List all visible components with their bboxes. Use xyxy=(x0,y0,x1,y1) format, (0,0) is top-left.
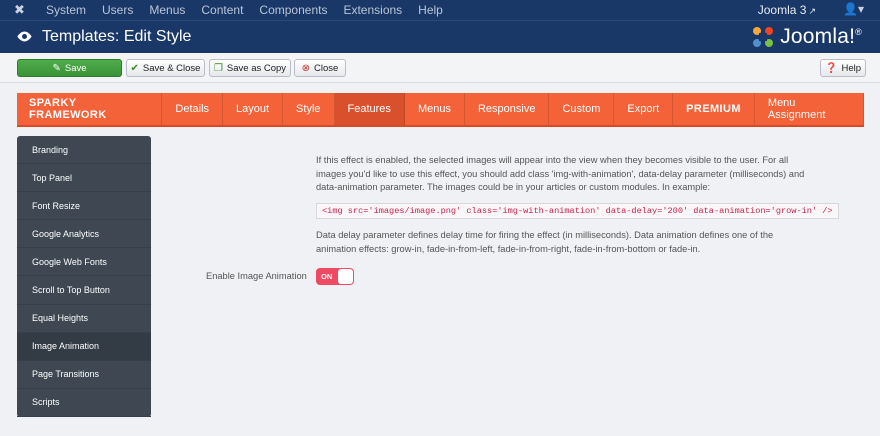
feature-description: If this effect is enabled, the selected … xyxy=(316,155,805,192)
toggle-on-label: ON xyxy=(321,272,333,281)
site-link[interactable]: Joomla 3 ↗ xyxy=(758,3,816,17)
close-label: Close xyxy=(314,62,339,74)
admin-menu-menus[interactable]: Menus xyxy=(149,3,185,17)
eye-icon xyxy=(17,31,32,42)
question-icon: ❓ xyxy=(825,62,838,74)
save-close-button[interactable]: ✔ Save & Close xyxy=(126,59,205,77)
joomla-logo: Joomla!® xyxy=(750,24,862,50)
title-bar: Templates: Edit Style Joomla!® xyxy=(0,20,880,53)
copy-icon: ❐ xyxy=(213,62,223,74)
feature-description-2: Data delay parameter defines delay time … xyxy=(316,230,774,254)
sidebar-item-scripts[interactable]: Scripts xyxy=(17,389,151,417)
tab-layout[interactable]: Layout xyxy=(223,93,284,125)
site-link-label: Joomla 3 xyxy=(757,3,807,17)
tab-premium[interactable]: PREMIUM xyxy=(673,93,755,125)
registered-mark: ® xyxy=(855,27,862,37)
close-icon: ⊗ xyxy=(301,62,311,74)
admin-menu-components[interactable]: Components xyxy=(259,3,327,17)
admin-menubar: ✖ System Users Menus Content Components Exten… xyxy=(0,0,880,20)
help-label: Help xyxy=(841,62,861,74)
check-icon: ✔ xyxy=(130,62,139,74)
edit-icon: ✎ xyxy=(52,62,61,74)
page-title: Templates: Edit Style xyxy=(42,28,192,45)
framework-tabs: SPARKY FRAMEWORK Details Layout Style Featur… xyxy=(17,93,864,127)
tab-sparky-framework[interactable]: SPARKY FRAMEWORK xyxy=(17,93,163,125)
external-link-icon: ↗ xyxy=(808,6,816,16)
help-button[interactable]: ❓ Help xyxy=(820,59,866,77)
admin-menu: System Users Menus Content Components Extensi… xyxy=(46,3,459,17)
tab-details[interactable]: Details xyxy=(162,93,224,125)
save-copy-label: Save as Copy xyxy=(226,62,287,74)
code-example: <img src='images/image.png' class='img-w… xyxy=(316,203,839,219)
tab-responsive[interactable]: Responsive xyxy=(465,93,550,125)
joomla-logo-icon xyxy=(753,27,774,47)
admin-menu-system[interactable]: System xyxy=(46,3,86,17)
joomla-logo-word: Joomla! xyxy=(780,25,856,48)
joomla-logo-text: Joomla!® xyxy=(780,25,862,49)
enable-image-animation-label: Enable Image Animation xyxy=(206,271,307,281)
sidebar-item-google-web-fonts[interactable]: Google Web Fonts xyxy=(17,248,151,277)
enable-image-animation-toggle[interactable]: ON xyxy=(316,268,354,285)
tab-features[interactable]: Features xyxy=(334,93,405,125)
admin-menu-extensions[interactable]: Extensions xyxy=(343,3,402,17)
sidebar-item-equal-heights[interactable]: Equal Heights xyxy=(17,305,151,333)
sidebar-item-scroll-to-top-button[interactable]: Scroll to Top Button xyxy=(17,276,151,305)
admin-menu-users[interactable]: Users xyxy=(102,3,133,17)
save-copy-button[interactable]: ❐ Save as Copy xyxy=(209,59,291,77)
tab-style[interactable]: Style xyxy=(283,93,335,125)
close-button[interactable]: ⊗ Close xyxy=(294,59,346,77)
save-label: Save xyxy=(64,62,87,74)
sidebar-item-top-panel[interactable]: Top Panel xyxy=(17,164,151,193)
sidebar-item-branding[interactable]: Branding xyxy=(17,136,151,165)
tab-menus[interactable]: Menus xyxy=(405,93,465,125)
tab-custom[interactable]: Custom xyxy=(549,93,615,125)
tab-export[interactable]: Export xyxy=(614,93,674,125)
admin-menu-content[interactable]: Content xyxy=(201,3,243,17)
sidebar-item-font-resize[interactable]: Font Resize xyxy=(17,192,151,221)
sidebar-item-image-animation[interactable]: Image Animation xyxy=(17,332,151,361)
user-icon[interactable]: 👤▾ xyxy=(843,2,864,16)
toolbar: ✎ Save ✔ Save & Close ❐ Save as Copy ⊗ C… xyxy=(0,53,880,83)
sidebar-item-page-transitions[interactable]: Page Transitions xyxy=(17,361,151,389)
feature-sidebar: Branding Top Panel Font Resize Google Analy… xyxy=(17,136,151,417)
sidebar-item-google-analytics[interactable]: Google Analytics xyxy=(17,220,151,249)
save-button[interactable]: ✎ Save xyxy=(17,59,122,77)
toggle-knob[interactable] xyxy=(338,269,353,284)
tab-menu-assignment[interactable]: Menu Assignment xyxy=(755,93,864,125)
save-close-label: Save & Close xyxy=(142,62,201,74)
admin-menu-help[interactable]: Help xyxy=(418,3,443,17)
feature-content: If this effect is enabled, the selected … xyxy=(151,136,864,417)
joomla-small-icon[interactable]: ✖ xyxy=(14,3,28,17)
